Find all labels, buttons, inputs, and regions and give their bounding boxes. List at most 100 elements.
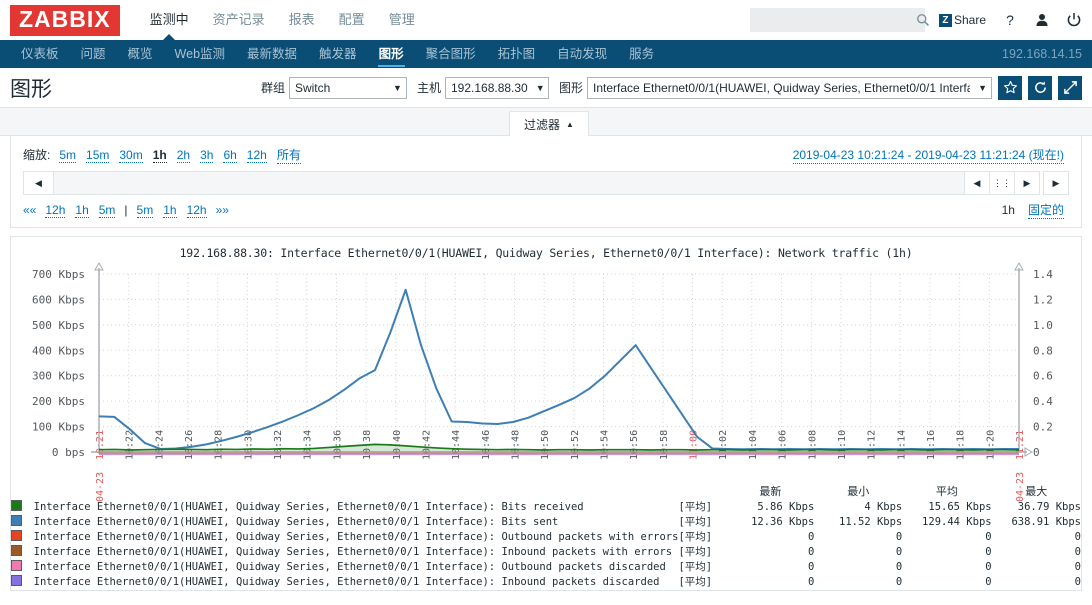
svg-text:0.2: 0.2	[1033, 421, 1053, 434]
subnav-item-maps[interactable]: 拓扑图	[487, 40, 547, 68]
zoom-option-all[interactable]: 所有	[276, 146, 301, 164]
legend-value-max: 0	[1074, 530, 1081, 543]
menu-item-inventory[interactable]: 资产记录	[201, 0, 277, 40]
legend-item-name: Interface Ethernet0/0/1(HUAWEI, Quidway …	[33, 560, 666, 573]
legend-table: 最新 最小 平均 最大 Interface Ethernet0/0/1(HUAWEI, …	[11, 485, 1081, 590]
subnav-item-services[interactable]: 服务	[618, 40, 665, 68]
nav-next-all[interactable]: »»	[216, 203, 229, 217]
zoom-option-3h[interactable]: 3h	[200, 148, 214, 163]
fullscreen-button[interactable]	[1058, 75, 1082, 100]
scroll-left-button[interactable]: ◀	[24, 172, 54, 194]
legend-value-avg: 0	[985, 530, 992, 543]
legend-aggregation: [平均]	[678, 500, 713, 513]
graph-select[interactable]: Interface Ethernet0/0/1(HUAWEI, Quidway …	[587, 76, 992, 99]
svg-text:10:50: 10:50	[540, 430, 551, 460]
svg-text:0.8: 0.8	[1033, 344, 1053, 357]
subnav-item-latest-data[interactable]: 最新数据	[236, 40, 308, 68]
logout-power-icon[interactable]	[1066, 12, 1082, 28]
legend-column-header: 最新	[759, 485, 782, 498]
svg-text:11:21: 11:21	[1015, 430, 1026, 460]
subnav-item-overview[interactable]: 概览	[117, 40, 164, 68]
svg-text:11:20: 11:20	[985, 430, 996, 460]
subnav-item-triggers[interactable]: 触发器	[308, 40, 368, 68]
svg-text:11:06: 11:06	[778, 430, 789, 460]
subnav-item-discovery[interactable]: 自动发现	[546, 40, 618, 68]
legend-column-header: 平均	[935, 485, 958, 498]
svg-text:10:42: 10:42	[421, 430, 432, 460]
star-icon	[1003, 80, 1017, 94]
legend-aggregation: [平均]	[678, 515, 713, 528]
user-profile-icon[interactable]	[1034, 12, 1050, 28]
host-select[interactable]: 192.168.88.30 ▼	[444, 76, 549, 99]
legend-color-swatch	[11, 560, 34, 575]
zoom-option-1h[interactable]: 1h	[152, 148, 167, 163]
menu-item-reports[interactable]: 报表	[277, 0, 327, 40]
nav-back-5m[interactable]: 5m	[98, 203, 116, 218]
toolbar: 图形 群组 Switch ▼ 主机 192.168.88.30 ▼ 图形 Int…	[0, 68, 1092, 108]
legend-value-min: 11.52 Kbps	[839, 515, 903, 528]
legend-value-min: 4 Kbps	[864, 500, 903, 513]
legend-value-last: 0	[807, 530, 815, 543]
legend-value-last: 12.36 Kbps	[751, 515, 815, 528]
zoom-option-15m[interactable]: 15m	[86, 148, 110, 163]
nav-fwd-5m[interactable]: 5m	[136, 203, 154, 218]
search-box[interactable]	[749, 8, 929, 32]
scroll-right-button[interactable]: ▶	[1043, 171, 1069, 195]
menu-item-configuration[interactable]: 配置	[327, 0, 377, 40]
expand-icon	[1063, 81, 1077, 94]
zoom-option-12h[interactable]: 12h	[246, 148, 267, 163]
subnav-item-screens[interactable]: 聚合图形	[415, 40, 487, 68]
svg-text:10:52: 10:52	[570, 430, 581, 460]
menu-item-monitoring[interactable]: 监测中	[138, 0, 201, 41]
svg-text:0: 0	[1033, 446, 1040, 459]
subnav-item-dashboard[interactable]: 仪表板	[10, 40, 70, 68]
menu-item-administration[interactable]: 管理	[377, 0, 427, 40]
zoom-option-5m[interactable]: 5m	[59, 148, 77, 163]
nav-fwd-1h[interactable]: 1h	[163, 203, 177, 218]
legend-color-swatch	[11, 515, 34, 530]
svg-text:10:32: 10:32	[273, 430, 284, 460]
scrollbar-left-button[interactable]: ◀	[964, 171, 990, 195]
nav-prev-all[interactable]: ««	[23, 203, 36, 217]
refresh-button[interactable]	[1028, 75, 1052, 100]
chevron-down-icon: ▼	[535, 82, 545, 93]
legend-row: Interface Ethernet0/0/1(HUAWEI, Quidway …	[11, 530, 1081, 545]
host-select-value: 192.168.88.30	[450, 80, 528, 95]
scrollbar-grip[interactable]: ⋮⋮	[989, 171, 1015, 195]
scrollbar-right-button[interactable]: ▶	[1014, 171, 1040, 195]
fixed-period-link[interactable]: 固定的	[1027, 201, 1064, 219]
add-favourite-button[interactable]	[998, 75, 1022, 100]
period-label: 1h	[1001, 203, 1015, 217]
group-select[interactable]: Switch ▼	[288, 76, 407, 99]
time-range-link[interactable]: 2019-04-23 10:21:24 - 2019-04-23 11:21:2…	[792, 146, 1064, 164]
nav-fwd-12h[interactable]: 12h	[186, 203, 207, 218]
svg-text:10:36: 10:36	[332, 430, 343, 460]
svg-text:300 Kbps: 300 Kbps	[32, 370, 85, 383]
legend-column-header: 最大	[1025, 485, 1048, 498]
filter-tab-label: 过滤器	[524, 117, 561, 132]
filter-band: 过滤器 ▲	[0, 108, 1092, 136]
legend-row: Interface Ethernet0/0/1(HUAWEI, Quidway …	[11, 575, 1081, 590]
subnav-item-web[interactable]: Web监测	[164, 40, 236, 68]
group-label: 群组	[260, 81, 285, 95]
legend-value-min: 0	[895, 530, 903, 543]
legend-value-min: 0	[895, 560, 903, 573]
zoom-option-6h[interactable]: 6h	[223, 148, 237, 163]
top-header: ZABBIX 监测中 资产记录 报表 配置 管理 Z Share ?	[0, 0, 1092, 41]
nav-back-1h[interactable]: 1h	[75, 203, 89, 218]
filter-tab[interactable]: 过滤器 ▲	[509, 111, 589, 136]
subnav-item-problems[interactable]: 问题	[70, 40, 117, 68]
help-icon[interactable]: ?	[1002, 12, 1018, 28]
zoom-option-30m[interactable]: 30m	[119, 148, 143, 163]
subnav-item-graphs[interactable]: 图形	[368, 40, 415, 68]
legend-value-max: 36.79 Kbps	[1017, 500, 1081, 513]
nav-back-12h[interactable]: 12h	[45, 203, 66, 218]
zoom-option-2h[interactable]: 2h	[176, 148, 191, 163]
svg-text:500 Kbps: 500 Kbps	[32, 319, 85, 332]
search-input[interactable]	[756, 12, 916, 28]
legend-row: Interface Ethernet0/0/1(HUAWEI, Quidway …	[11, 560, 1081, 575]
share-button[interactable]: Z Share	[938, 13, 986, 27]
zabbix-logo[interactable]: ZABBIX	[10, 4, 120, 36]
svg-text:200 Kbps: 200 Kbps	[32, 395, 85, 408]
time-scrollbar[interactable]: ◀	[23, 171, 966, 195]
